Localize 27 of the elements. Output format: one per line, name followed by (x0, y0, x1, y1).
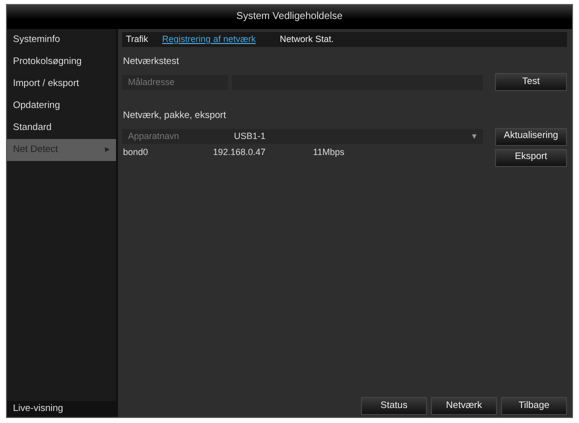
device-value: USB1-1 (233, 130, 267, 143)
sidebar-item[interactable]: Protokolsøgning (7, 51, 116, 73)
arrow-icon: ▸ (105, 139, 110, 161)
sidebar-item[interactable]: Standard (7, 117, 116, 139)
tab[interactable]: Trafik (126, 32, 148, 46)
export-button[interactable]: Eksport (495, 148, 567, 166)
device-label: Apparatnavn (127, 130, 180, 143)
tab[interactable]: Registrering af netværk (162, 32, 256, 46)
footer-button[interactable]: Netværk (431, 397, 497, 415)
table-cell-text: 11Mbps (313, 146, 346, 159)
address-label: Måladresse (122, 74, 228, 90)
live-view-button[interactable]: Live-visning (7, 401, 116, 417)
sidebar-item[interactable]: Systeminfo (7, 29, 116, 51)
section-title: Netværk, pakke, eksport (123, 109, 227, 124)
footer-button[interactable]: Status (361, 397, 427, 415)
table-cell-text: 192.168.0.47 (213, 146, 267, 158)
tab[interactable]: Network Stat. (280, 32, 334, 46)
window-title: System Vedligeholdelse (7, 5, 572, 29)
refresh-button[interactable]: Aktualisering (495, 128, 567, 146)
test-button[interactable]: Test (495, 73, 567, 92)
footer-button[interactable]: Tilbage (501, 397, 567, 415)
sidebar-item[interactable]: Opdatering (7, 95, 116, 117)
device-select[interactable]: Apparatnavn USB1-1 ▾ (122, 129, 483, 144)
sidebar-item[interactable]: Import / eksport (7, 73, 116, 95)
table-cell-text: bond0 (123, 146, 150, 158)
caret-icon: ▾ (472, 130, 477, 144)
section-title: Netværkstest (123, 55, 180, 69)
